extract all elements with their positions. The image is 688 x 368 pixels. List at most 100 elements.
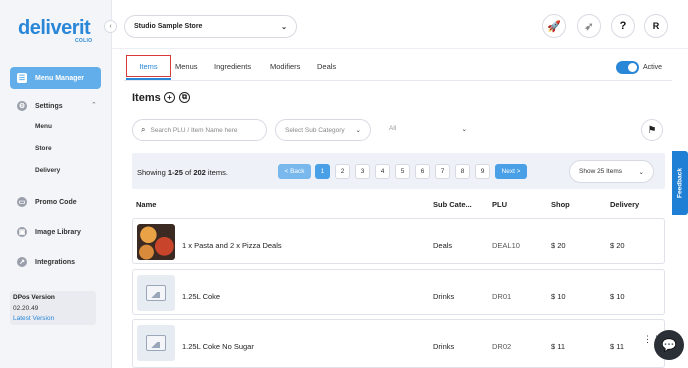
next-button[interactable]: Next > [495,164,527,179]
version-number: 02.20.49 [13,305,39,312]
sidebar-subitem-store[interactable]: Store [35,145,52,152]
item-plu: DR02 [492,342,512,351]
item-delivery-price: $ 11 [610,342,625,351]
item-thumbnail-placeholder [137,325,175,361]
tabs-divider [124,80,672,81]
sidebar-item-image-library[interactable]: ▣ Image Library [10,224,101,240]
avatar[interactable]: R [644,14,668,38]
page-button-8[interactable]: 8 [455,164,470,179]
brand-sub: COLIO [75,38,93,44]
latest-version-link[interactable]: Latest Version [13,315,54,322]
page-button-9[interactable]: 9 [475,164,490,179]
table-row[interactable]: 1 x Pasta and 2 x Pizza Deals Deals DEAL… [132,218,665,264]
sidebar-item-label: Menu Manager [35,74,85,82]
item-name: 1.25L Coke No Sugar [182,342,254,351]
item-shop-price: $ 10 [551,292,566,301]
rocket-icon[interactable]: 🚀 [542,14,566,38]
tab-items[interactable]: Items [126,55,171,77]
menu-icon: ☰ [17,73,27,83]
sidebar-subitem-menu[interactable]: Menu [35,123,52,130]
all-select-value: All [389,125,397,132]
sidebar-item-label: Integrations [35,258,76,266]
sidebar-item-label: Settings [35,102,63,110]
gear-icon: ⚙ [17,101,27,111]
item-plu: DR01 [492,292,512,301]
page-button-5[interactable]: 5 [395,164,410,179]
item-thumbnail-placeholder [137,275,175,311]
all-select[interactable]: All ⌄ [389,125,467,133]
tab-deals[interactable]: Deals [317,62,336,71]
feedback-tab[interactable]: Feedback [672,151,688,215]
chevron-down-icon: ⌄ [461,126,467,133]
integrations-icon: ↗ [17,257,27,267]
collapse-sidebar-button[interactable]: ‹ [104,20,117,33]
sidebar-item-integrations[interactable]: ↗ Integrations [10,254,101,270]
copy-item-button[interactable]: ⧉ [179,92,190,103]
image-icon: ▣ [17,227,27,237]
item-shop-price: $ 11 [551,342,566,351]
add-item-button[interactable]: + [164,92,175,103]
table-row[interactable]: 1.25L Coke Drinks DR01 $ 10 $ 10 [132,269,665,315]
help-button[interactable]: ? [611,14,635,38]
subcategory-placeholder: Select Sub Category [285,126,345,134]
back-button[interactable]: < Back [278,164,311,179]
tab-ingredients[interactable]: Ingredients [214,62,251,71]
item-name: 1.25L Coke [182,292,221,301]
showing-count: Showing 1-25 of 202 items. [137,168,228,177]
column-header-delivery[interactable]: Delivery [610,200,639,209]
showing-of: of [182,168,194,177]
filter-icon[interactable]: ⚑ [641,119,663,141]
item-delivery-price: $ 20 [610,241,625,250]
sidebar-item-menu-manager[interactable]: ☰ Menu Manager [10,67,101,89]
sidebar-item-promo-code[interactable]: ▭ Promo Code [10,194,101,210]
sidebar: deliverit COLIO ☰ Menu Manager ⚙ Setting… [0,0,112,368]
page-button-2[interactable]: 2 [335,164,350,179]
chevron-down-icon: ⌄ [281,23,287,31]
column-header-subcategory[interactable]: Sub Cate... [433,200,472,209]
page-button-1[interactable]: 1 [315,164,330,179]
promo-icon: ▭ [17,197,27,207]
topbar-divider [112,48,688,49]
item-thumbnail [137,224,175,260]
item-subcategory: Drinks [433,342,455,351]
image-placeholder-icon [146,285,166,301]
tab-modifiers[interactable]: Modifiers [270,62,300,71]
store-select-value: Studio Sample Store [134,23,203,30]
brand-logo: deliverit [18,17,91,39]
showing-prefix: Showing [137,168,168,177]
tab-menus[interactable]: Menus [175,62,198,71]
version-title: DPos Version [13,294,55,301]
column-header-shop[interactable]: Shop [551,200,570,209]
active-toggle[interactable] [616,61,639,74]
item-name: 1 x Pasta and 2 x Pizza Deals [182,241,282,250]
showing-total: 202 [193,168,206,177]
page-title: Items [132,92,161,104]
item-delivery-price: $ 10 [610,292,625,301]
page-button-6[interactable]: 6 [415,164,430,179]
table-row[interactable]: 1.25L Coke No Sugar Drinks DR02 $ 11 $ 1… [132,319,665,368]
page-button-3[interactable]: 3 [355,164,370,179]
chevron-down-icon: ⌄ [355,127,361,134]
subcategory-select[interactable]: Select Sub Category ⌄ [275,119,371,141]
sidebar-item-label: Promo Code [35,198,77,206]
store-select[interactable]: Studio Sample Store ⌄ [124,15,297,38]
chevron-up-icon[interactable]: ⌃ [91,101,97,109]
chat-icon[interactable]: 💬 [654,330,684,360]
page-button-7[interactable]: 7 [435,164,450,179]
image-placeholder-icon [146,335,166,351]
showing-suffix: items. [205,168,228,177]
column-header-plu[interactable]: PLU [492,200,507,209]
search-placeholder: Search PLU / Item Name here [150,126,238,134]
items-per-page-select[interactable]: Show 25 Items ⌄ [569,160,654,183]
page-button-4[interactable]: 4 [375,164,390,179]
sidebar-subitem-delivery[interactable]: Delivery [35,167,60,174]
search-input[interactable]: ⌕ Search PLU / Item Name here [132,119,267,141]
rocket-outline-icon[interactable]: ➶ [577,14,601,38]
chevron-down-icon: ⌄ [638,168,644,176]
sidebar-item-label: Image Library [35,228,81,236]
sidebar-item-settings[interactable]: ⚙ Settings [10,98,101,114]
items-per-page-value: Show 25 Items [579,168,622,175]
item-plu: DEAL10 [492,241,520,250]
column-header-name[interactable]: Name [136,200,156,209]
showing-range: 1-25 [167,168,183,177]
